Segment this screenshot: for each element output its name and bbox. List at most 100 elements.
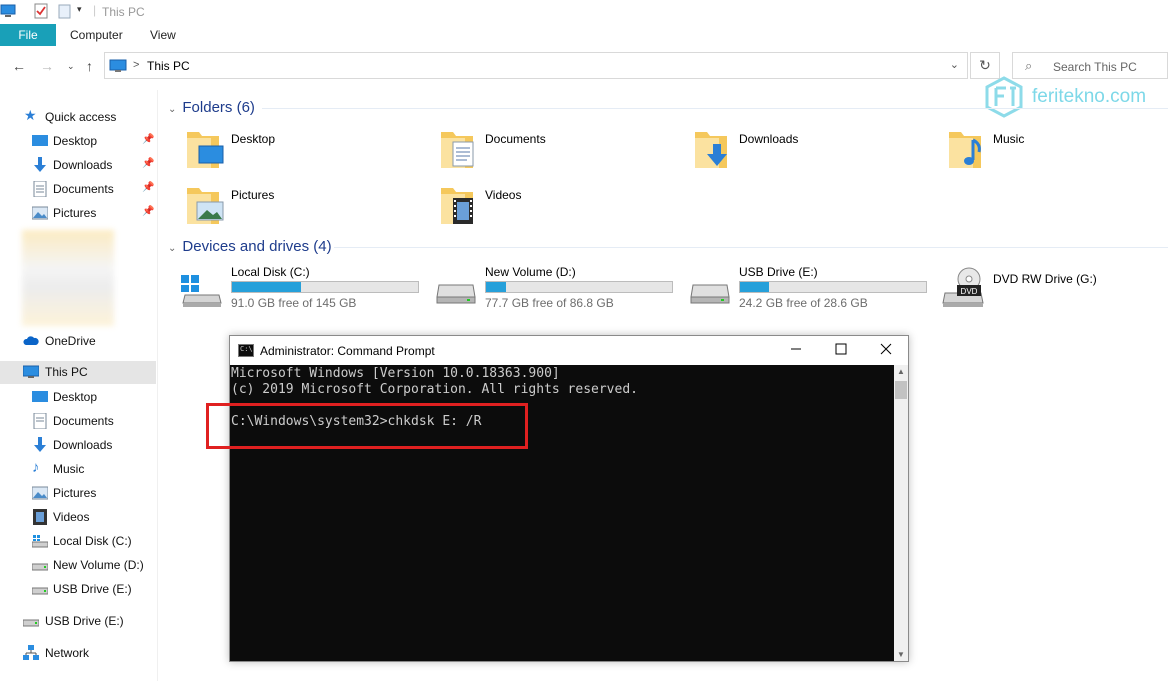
desktop-folder-icon (187, 132, 224, 168)
back-arrow-icon[interactable]: ← (12, 58, 26, 74)
sidebar-item-desktop[interactable]: Desktop 📌 (0, 130, 156, 152)
ribbon-tabs: File Computer View (0, 24, 1168, 46)
navigation-pane: ★ Quick access Desktop 📌 Downloads 📌 Doc… (0, 90, 158, 681)
address-bar[interactable]: > This PC ⌄ (104, 52, 968, 79)
search-icon: ⌕ (1025, 58, 1033, 73)
sidebar-item-quick-access[interactable]: ★ Quick access (0, 106, 156, 128)
system-drive-icon (32, 535, 48, 548)
divider (334, 247, 1168, 248)
new-folder-icon[interactable] (57, 3, 73, 19)
pictures-folder-icon (187, 188, 224, 224)
sidebar-item-pc-videos[interactable]: Videos (0, 506, 156, 528)
maximize-icon (835, 343, 847, 355)
cmd-title-bar[interactable]: C:\ Administrator: Command Prompt (230, 336, 908, 365)
sidebar-item-label: New Volume (D:) (53, 558, 144, 572)
drive-dvd-rw-g[interactable]: DVD DVD RW Drive (G:) (941, 265, 1161, 313)
scroll-up-icon[interactable]: ▲ (897, 367, 905, 376)
forward-arrow-icon[interactable]: → (40, 58, 54, 74)
sidebar-item-local-disk-c[interactable]: Local Disk (C:) (0, 530, 156, 552)
breadcrumb-separator-icon[interactable]: > (133, 59, 139, 71)
sidebar-item-pc-music[interactable]: ♪ Music (0, 458, 156, 480)
sidebar-item-pictures[interactable]: Pictures 📌 (0, 202, 156, 224)
refresh-button[interactable]: ↻ (970, 52, 1000, 79)
title-bar: ▾ | This PC (0, 0, 1168, 24)
chevron-down-icon[interactable]: ⌄ (950, 58, 959, 71)
minimize-icon (791, 348, 801, 350)
folder-label: Desktop (231, 132, 276, 146)
sidebar-item-label: Documents (53, 414, 114, 428)
pin-icon: 📌 (142, 182, 155, 193)
computer-icon (0, 4, 16, 17)
watermark-text: feritekno.com (1032, 86, 1147, 107)
up-arrow-icon[interactable]: ↑ (86, 58, 93, 74)
properties-icon[interactable] (33, 3, 49, 19)
folder-documents[interactable]: Documents (439, 128, 679, 176)
customize-quick-access-icon[interactable]: ▾ (77, 4, 82, 15)
sidebar-item-usb-drive[interactable]: USB Drive (E:) (0, 610, 156, 632)
pictures-icon (32, 486, 48, 500)
document-icon (33, 413, 47, 429)
sidebar-item-new-volume-d[interactable]: New Volume (D:) (0, 554, 156, 576)
tab-file[interactable]: File (0, 24, 56, 46)
tab-computer[interactable]: Computer (70, 28, 123, 42)
sidebar-item-pc-pictures[interactable]: Pictures (0, 482, 156, 504)
music-note-icon: ♪ (32, 459, 40, 476)
folders-group-header[interactable]: ⌄ Folders (6) (168, 99, 255, 116)
close-button[interactable] (866, 340, 906, 360)
vertical-scrollbar[interactable]: ▲ ▼ (894, 365, 908, 661)
chevron-down-icon[interactable]: ⌄ (168, 243, 176, 254)
drive-free-space: 24.2 GB free of 28.6 GB (739, 296, 868, 310)
folder-videos[interactable]: Videos (439, 184, 679, 232)
cmd-window-title: Administrator: Command Prompt (260, 344, 435, 358)
sidebar-item-this-pc[interactable]: This PC (0, 361, 156, 384)
search-input[interactable]: ⌕ Search This PC (1012, 52, 1168, 79)
sidebar-item-pc-desktop[interactable]: Desktop (0, 386, 156, 408)
sidebar-item-label: Downloads (53, 438, 113, 452)
maximize-button[interactable] (821, 340, 861, 360)
sidebar-item-label: Desktop (53, 390, 98, 404)
cmd-app-icon[interactable]: C:\ (238, 344, 254, 357)
dvd-badge: DVD (961, 287, 978, 296)
recent-locations-icon[interactable]: ⌄ (67, 61, 75, 72)
command-prompt-window[interactable]: C:\ Administrator: Command Prompt Micros… (229, 335, 909, 662)
drive-label: USB Drive (E:) (739, 265, 818, 279)
folder-desktop[interactable]: Desktop (185, 128, 425, 176)
drive-free-space: 77.7 GB free of 86.8 GB (485, 296, 614, 310)
breadcrumb[interactable]: This PC (147, 59, 190, 73)
usb-drive-icon (32, 587, 48, 595)
sidebar-item-label: Documents (53, 182, 114, 196)
usb-drive-icon (23, 619, 39, 627)
sidebar-item-label: Pictures (53, 206, 97, 220)
sidebar-item-pc-documents[interactable]: Documents (0, 410, 156, 432)
folder-music[interactable]: Music (947, 128, 1168, 176)
sidebar-item-label: USB Drive (E:) (53, 582, 132, 596)
drive-local-disk-c[interactable]: Local Disk (C:) 91.0 GB free of 145 GB (179, 265, 429, 313)
minimize-button[interactable] (776, 340, 816, 360)
sidebar-item-pc-downloads[interactable]: Downloads (0, 434, 156, 456)
drive-usb-drive-e[interactable]: USB Drive (E:) 24.2 GB free of 28.6 GB (687, 265, 937, 313)
window-title: This PC (102, 5, 145, 19)
sidebar-item-label: This PC (45, 365, 88, 379)
highlight-box (206, 403, 528, 449)
sidebar-item-documents[interactable]: Documents 📌 (0, 178, 156, 200)
devices-group-header[interactable]: ⌄ Devices and drives (4) (168, 238, 332, 255)
folder-pictures[interactable]: Pictures (185, 184, 425, 232)
blurred-region (22, 230, 114, 326)
document-icon (33, 181, 47, 197)
drive-new-volume-d[interactable]: New Volume (D:) 77.7 GB free of 86.8 GB (433, 265, 683, 313)
chevron-down-icon[interactable]: ⌄ (168, 104, 176, 115)
sidebar-item-usb-drive-e[interactable]: USB Drive (E:) (0, 578, 156, 600)
sidebar-item-onedrive[interactable]: OneDrive (0, 330, 156, 352)
system-drive-icon (181, 275, 222, 307)
folder-label: Pictures (231, 188, 275, 202)
cmd-icon-text: C:\ (240, 345, 253, 353)
folder-label: Music (993, 132, 1025, 146)
star-icon: ★ (24, 107, 37, 123)
folder-downloads[interactable]: Downloads (693, 128, 933, 176)
scroll-down-icon[interactable]: ▼ (897, 650, 905, 659)
tab-view[interactable]: View (150, 28, 176, 42)
sidebar-item-network[interactable]: Network (0, 642, 156, 664)
pin-icon: 📌 (142, 206, 155, 217)
sidebar-item-downloads[interactable]: Downloads 📌 (0, 154, 156, 176)
scrollbar-thumb[interactable] (895, 381, 907, 399)
